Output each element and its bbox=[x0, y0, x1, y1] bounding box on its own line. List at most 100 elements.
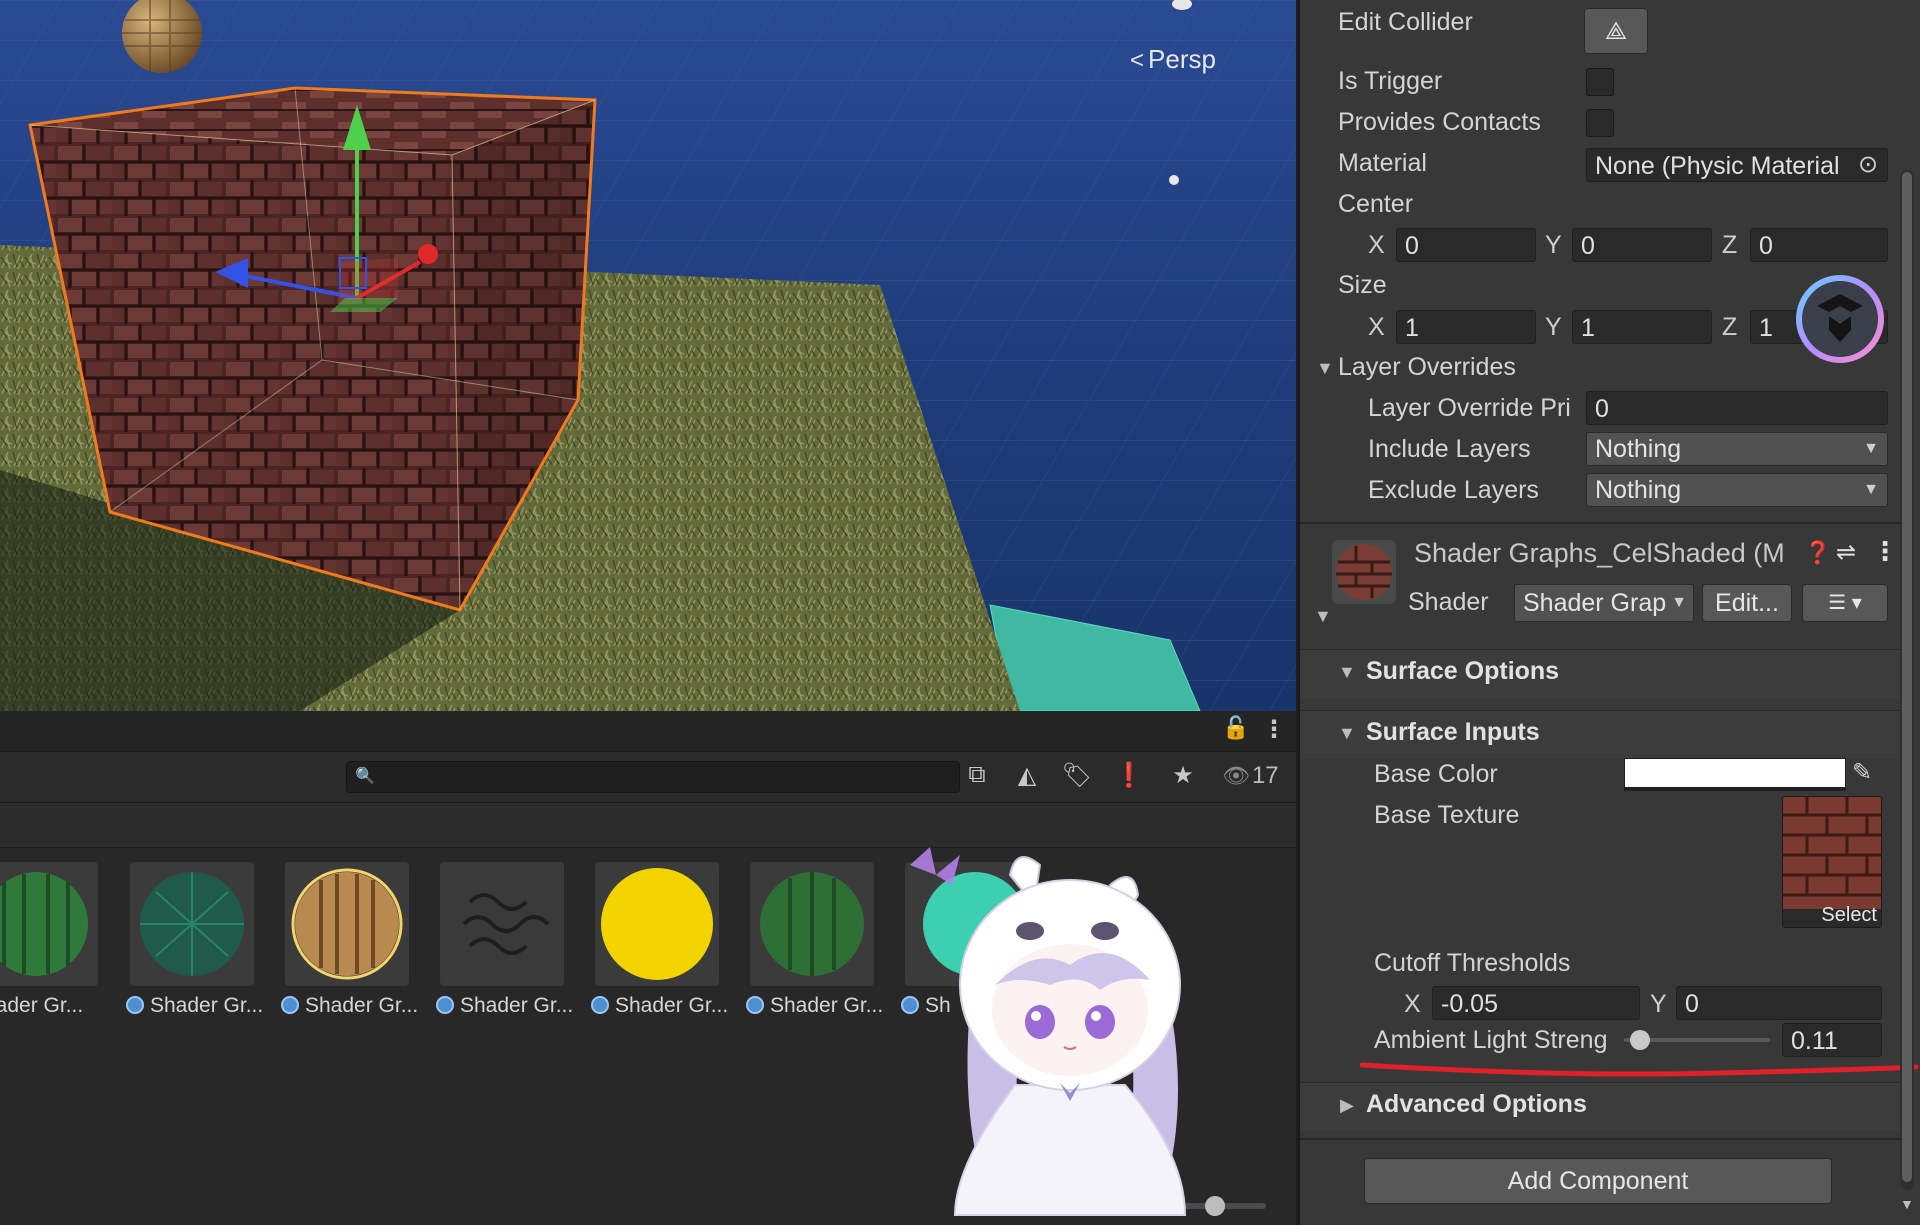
layer-overrides-label[interactable]: Layer Overrides bbox=[1338, 353, 1516, 382]
more-menu-icon[interactable]: ⋮ bbox=[1262, 715, 1286, 744]
provides-contacts-label: Provides Contacts bbox=[1338, 108, 1541, 136]
add-component-button[interactable]: Add Component bbox=[1364, 1158, 1832, 1204]
ambient-light-strength-field[interactable]: 0.11 bbox=[1782, 1023, 1882, 1057]
asset-tile[interactable]: Shader Gr... bbox=[591, 862, 728, 1022]
presets-icon[interactable]: ⇌ bbox=[1836, 538, 1856, 567]
base-color-swatch[interactable] bbox=[1624, 758, 1846, 791]
favorites-star-icon[interactable]: ★ bbox=[1164, 757, 1202, 793]
asset-label: Shader Gr... bbox=[0, 994, 84, 1017]
filter-by-log-icon[interactable]: ❗ bbox=[1110, 757, 1148, 793]
filter-by-type-icon[interactable]: ◭ bbox=[1008, 757, 1046, 793]
asset-label: Shader Gr... bbox=[746, 994, 906, 1018]
shader-graph-icon bbox=[591, 996, 609, 1014]
base-color-label: Base Color bbox=[1374, 760, 1498, 788]
surface-inputs-foldout-icon[interactable]: ▼ bbox=[1338, 723, 1356, 744]
shader-graph-icon bbox=[436, 996, 454, 1014]
cutoff-y-field[interactable]: 0 bbox=[1676, 986, 1882, 1020]
material-foldout-icon[interactable]: ▼ bbox=[1314, 606, 1332, 627]
list-icon: ☰ ▾ bbox=[1828, 592, 1862, 614]
ambient-light-slider-knob[interactable] bbox=[1630, 1030, 1651, 1050]
physic-material-field[interactable]: None (Physic Material bbox=[1586, 148, 1888, 182]
lock-icon[interactable]: 🔓 bbox=[1222, 715, 1249, 741]
object-picker-icon[interactable]: ⊙ bbox=[1858, 150, 1878, 179]
component-divider bbox=[1300, 1138, 1900, 1140]
shader-dropdown[interactable]: Shader Grap ▼ bbox=[1514, 584, 1694, 622]
base-texture-label: Base Texture bbox=[1374, 801, 1520, 829]
layer-override-priority-label: Layer Override Pri bbox=[1368, 394, 1571, 422]
cutoff-y-label: Y bbox=[1650, 990, 1667, 1018]
asset-tile[interactable]: Shader Gr... bbox=[436, 862, 573, 1022]
camera-gizmo-icon bbox=[1169, 175, 1179, 185]
asset-tile[interactable]: Shader Gr... bbox=[0, 862, 104, 1022]
edit-collider-icon: ⟁ bbox=[1604, 17, 1628, 45]
component-menu-icon[interactable]: ⋮ bbox=[1872, 536, 1898, 567]
asset-thumbnail bbox=[595, 862, 719, 986]
center-y-label: Y bbox=[1545, 231, 1562, 259]
material-preview-sphere bbox=[295, 872, 399, 976]
material-label: Material bbox=[1338, 149, 1427, 177]
texture-select-label[interactable]: Select bbox=[1821, 904, 1877, 927]
surface-options-label[interactable]: Surface Options bbox=[1366, 657, 1559, 686]
asset-label: Shader Gr... bbox=[591, 994, 751, 1018]
exclude-layers-dropdown[interactable]: Nothing ▼ bbox=[1586, 473, 1888, 507]
center-y-field[interactable]: 0 bbox=[1572, 228, 1712, 262]
edit-collider-button[interactable]: ⟁ bbox=[1584, 8, 1648, 54]
component-divider bbox=[1300, 522, 1900, 524]
center-x-label: X bbox=[1368, 231, 1385, 259]
inspector-scrollbar-thumb[interactable] bbox=[1902, 172, 1912, 1182]
include-layers-dropdown[interactable]: Nothing ▼ bbox=[1586, 432, 1888, 466]
visibility-count[interactable]: 👁17 bbox=[1222, 762, 1279, 790]
center-z-field[interactable]: 0 bbox=[1750, 228, 1888, 262]
project-tab-bar: 🔓 ⋮ bbox=[0, 711, 1296, 752]
eyedropper-icon[interactable]: ✎ bbox=[1852, 758, 1872, 787]
asset-tile[interactable]: Shader Gr... bbox=[126, 862, 263, 1022]
shader-label: Shader bbox=[1408, 588, 1489, 616]
center-x-field[interactable]: 0 bbox=[1396, 228, 1536, 262]
search-icon: 🔍 bbox=[355, 768, 375, 785]
filter-by-label-icon[interactable]: 🏷 bbox=[1058, 757, 1096, 793]
base-texture-slot[interactable]: Select bbox=[1782, 796, 1882, 928]
red-annotation-underline bbox=[1360, 1062, 1919, 1077]
persp-toggle[interactable]: < Persp bbox=[1130, 44, 1216, 75]
scroll-down-arrow-icon[interactable]: ▼ bbox=[1900, 1196, 1914, 1212]
layer-overrides-foldout-icon[interactable]: ▼ bbox=[1316, 358, 1334, 379]
surface-inputs-label[interactable]: Surface Inputs bbox=[1366, 718, 1540, 747]
shader-graph-icon bbox=[746, 996, 764, 1014]
cutoff-x-field[interactable]: -0.05 bbox=[1432, 986, 1640, 1020]
advanced-options-foldout-icon[interactable]: ▶ bbox=[1340, 1095, 1354, 1116]
is-trigger-label: Is Trigger bbox=[1338, 67, 1443, 95]
center-label: Center bbox=[1338, 190, 1414, 218]
edit-collider-label: Edit Collider bbox=[1338, 8, 1473, 36]
help-icon[interactable]: ❓ bbox=[1804, 540, 1831, 566]
size-label: Size bbox=[1338, 271, 1387, 299]
eye-icon: 👁 bbox=[1222, 763, 1250, 788]
overlay-app-logo-icon bbox=[1796, 275, 1884, 363]
asset-tile[interactable]: Shader Gr... bbox=[746, 862, 883, 1022]
project-search-input[interactable]: 🔍 bbox=[346, 761, 960, 793]
size-y-field[interactable]: 1 bbox=[1572, 310, 1712, 344]
provides-contacts-checkbox[interactable] bbox=[1586, 109, 1614, 137]
shader-options-dropdown[interactable]: ☰ ▾ bbox=[1802, 584, 1888, 622]
asset-thumbnail bbox=[285, 862, 409, 986]
material-preview-sphere bbox=[1336, 544, 1392, 600]
scene-render[interactable] bbox=[0, 0, 1296, 711]
layer-override-priority-field[interactable]: 0 bbox=[1586, 391, 1888, 425]
material-preview bbox=[1332, 540, 1396, 604]
size-x-field[interactable]: 1 bbox=[1396, 310, 1536, 344]
size-z-label: Z bbox=[1722, 313, 1738, 341]
asset-label: Shader Gr... bbox=[126, 994, 286, 1018]
is-trigger-checkbox[interactable] bbox=[1586, 68, 1614, 96]
chibi-mascot-overlay bbox=[910, 847, 1187, 1216]
cutoff-x-label: X bbox=[1404, 990, 1421, 1018]
asset-thumbnail bbox=[750, 862, 874, 986]
scene-view[interactable]: < Persp bbox=[0, 0, 1296, 711]
persp-arrow-icon: < bbox=[1130, 47, 1145, 74]
advanced-options-label[interactable]: Advanced Options bbox=[1366, 1090, 1587, 1119]
material-preview-sphere bbox=[0, 872, 88, 976]
surface-options-foldout-icon[interactable]: ▼ bbox=[1338, 662, 1356, 683]
shader-edit-button[interactable]: Edit... bbox=[1702, 584, 1792, 622]
chevron-down-icon: ▼ bbox=[1863, 481, 1879, 498]
asset-tile[interactable]: Shader Gr... bbox=[281, 862, 418, 1022]
open-search-window-icon[interactable]: ⧉ bbox=[958, 757, 996, 793]
cutoff-thresholds-label: Cutoff Thresholds bbox=[1374, 949, 1571, 977]
